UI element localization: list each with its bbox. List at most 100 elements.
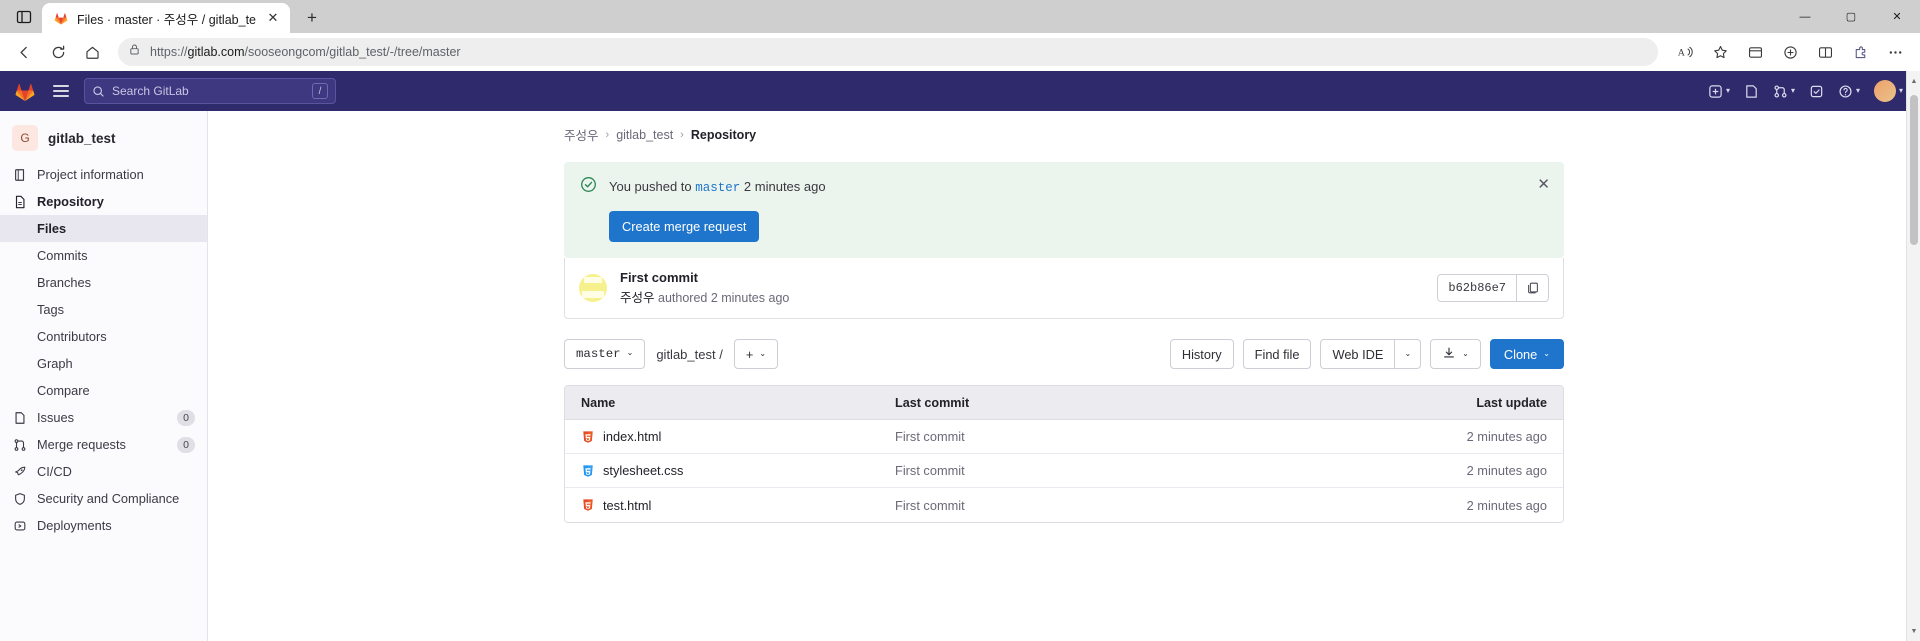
gitlab-favicon: [53, 10, 69, 26]
sidebar-item-deployments[interactable]: Deployments: [0, 512, 207, 539]
settings-more-icon[interactable]: [1878, 37, 1912, 67]
reload-icon[interactable]: [42, 37, 74, 67]
home-icon[interactable]: [76, 37, 108, 67]
tab-actions-icon[interactable]: [6, 0, 42, 33]
maximize-button[interactable]: ▢: [1828, 0, 1874, 33]
page-scrollbar[interactable]: ▲ ▼: [1906, 71, 1920, 641]
sidebar-item-label: Merge requests: [37, 437, 126, 452]
new-tab-button[interactable]: +: [297, 3, 327, 33]
sidebar-item-project-information[interactable]: Project information: [0, 161, 207, 188]
css3-icon: [581, 464, 595, 478]
file-link[interactable]: index.html: [603, 429, 661, 444]
document-icon: [12, 195, 27, 209]
breadcrumb-section[interactable]: Repository: [691, 128, 756, 142]
address-bar[interactable]: https://gitlab.com/sooseongcom/gitlab_te…: [118, 38, 1658, 66]
gitlab-body: G gitlab_test Project information Reposi…: [0, 111, 1920, 641]
sidebar-item-commits[interactable]: Commits: [0, 242, 207, 269]
sidebar-item-issues[interactable]: Issues 0: [0, 404, 207, 431]
commit-author[interactable]: 주성우: [620, 291, 655, 305]
lock-icon: [128, 43, 141, 61]
sidebar-item-tags[interactable]: Tags: [0, 296, 207, 323]
read-aloud-icon[interactable]: A: [1668, 37, 1702, 67]
sidebar-item-label: Repository: [37, 194, 104, 209]
minimize-button[interactable]: —: [1782, 0, 1828, 33]
copy-icon[interactable]: [1516, 275, 1548, 301]
main-content: 주성우 › gitlab_test › Repository You pushe…: [208, 111, 1920, 641]
commit-sha[interactable]: b62b86e7: [1438, 275, 1516, 301]
browser-tab[interactable]: Files · master · 주성우 / gitlab_te ✕: [42, 3, 290, 33]
sidebar-item-merge-requests[interactable]: Merge requests 0: [0, 431, 207, 458]
table-row[interactable]: stylesheet.css First commit 2 minutes ag…: [565, 454, 1563, 488]
scroll-up-icon[interactable]: ▲: [1907, 73, 1920, 89]
sidebar-item-repository[interactable]: Repository: [0, 188, 207, 215]
plus-icon: +: [745, 346, 754, 362]
branch-selector-button[interactable]: master ⌄: [564, 339, 646, 369]
help-icon[interactable]: ▾: [1833, 77, 1865, 105]
create-merge-request-button[interactable]: Create merge request: [609, 211, 760, 242]
sidebar-item-graph[interactable]: Graph: [0, 350, 207, 377]
clone-button[interactable]: Clone ⌄: [1489, 339, 1564, 369]
breadcrumb-project[interactable]: gitlab_test: [616, 128, 673, 142]
hamburger-icon[interactable]: [48, 78, 74, 104]
favorite-icon[interactable]: [1703, 37, 1737, 67]
sidebar-item-contributors[interactable]: Contributors: [0, 323, 207, 350]
scrollbar-thumb[interactable]: [1910, 95, 1918, 245]
last-commit-cell[interactable]: First commit: [895, 463, 1373, 478]
sidebar-item-cicd[interactable]: CI/CD: [0, 458, 207, 485]
file-link[interactable]: stylesheet.css: [603, 463, 683, 478]
last-commit-cell[interactable]: First commit: [895, 429, 1373, 444]
user-menu[interactable]: ▾: [1869, 77, 1908, 105]
sidebar-project-header[interactable]: G gitlab_test: [0, 119, 207, 161]
sidebar-item-label: Issues: [37, 410, 74, 425]
todos-icon[interactable]: [1804, 77, 1829, 105]
extensions-icon[interactable]: [1843, 37, 1877, 67]
breadcrumb-owner[interactable]: 주성우: [564, 125, 599, 144]
shield-icon: [12, 492, 27, 506]
sidebar-item-files[interactable]: Files: [0, 215, 207, 242]
breadcrumb: 주성우 › gitlab_test › Repository: [564, 125, 1564, 162]
close-alert-icon[interactable]: ✕: [1537, 175, 1550, 193]
last-commit-cell[interactable]: First commit: [895, 498, 1373, 513]
column-header-last-commit: Last commit: [895, 395, 970, 410]
create-new-icon[interactable]: ▾: [1703, 77, 1735, 105]
merge-requests-icon[interactable]: ▾: [1768, 77, 1800, 105]
svg-text:A: A: [1678, 48, 1686, 59]
commit-title[interactable]: First commit: [620, 270, 789, 285]
sidebar-item-compare[interactable]: Compare: [0, 377, 207, 404]
tab-title: Files · master · 주성우 / gitlab_te: [77, 12, 256, 27]
download-button[interactable]: ⌄: [1430, 339, 1481, 369]
history-button[interactable]: History: [1169, 339, 1234, 369]
web-ide-dropdown-button[interactable]: ⌄: [1394, 339, 1422, 369]
scroll-down-icon[interactable]: ▼: [1907, 623, 1920, 639]
chevron-down-icon: ⌄: [1462, 349, 1469, 358]
browser-essentials-icon[interactable]: [1773, 37, 1807, 67]
gitlab-logo[interactable]: [12, 78, 38, 104]
add-to-repo-button[interactable]: + ⌄: [733, 339, 779, 369]
close-window-button[interactable]: ✕: [1874, 0, 1920, 33]
collections-icon[interactable]: [1738, 37, 1772, 67]
breadcrumb-path[interactable]: gitlab_test /: [656, 347, 723, 362]
issues-icon[interactable]: [1739, 77, 1764, 105]
sidebar-item-security-and-compliance[interactable]: Security and Compliance: [0, 485, 207, 512]
table-row[interactable]: test.html First commit 2 minutes ago: [565, 488, 1563, 522]
browser-toolbar: https://gitlab.com/sooseongcom/gitlab_te…: [0, 33, 1920, 71]
sidebar-item-branches[interactable]: Branches: [0, 269, 207, 296]
breadcrumb-separator-icon: ›: [680, 128, 684, 141]
back-icon[interactable]: [8, 37, 40, 67]
push-alert-text: You pushed to master 2 minutes ago: [609, 179, 826, 195]
issues-count-badge: 0: [177, 409, 195, 426]
sidebar: G gitlab_test Project information Reposi…: [0, 111, 208, 641]
search-icon: [93, 85, 104, 97]
html5-icon: [581, 498, 595, 512]
commit-sha-group: b62b86e7: [1437, 274, 1549, 302]
search-input[interactable]: Search GitLab /: [84, 78, 336, 104]
split-screen-icon[interactable]: [1808, 37, 1842, 67]
close-tab-icon[interactable]: ✕: [264, 9, 282, 27]
last-commit-card: First commit 주성우 authored 2 minutes ago …: [564, 258, 1564, 319]
file-link[interactable]: test.html: [603, 498, 651, 513]
topbar-actions: ▾ ▾ ▾ ▾: [1703, 77, 1908, 105]
web-ide-button[interactable]: Web IDE: [1320, 339, 1395, 369]
find-file-button[interactable]: Find file: [1242, 339, 1312, 369]
check-circle-icon: [580, 176, 597, 198]
table-row[interactable]: index.html First commit 2 minutes ago: [565, 420, 1563, 454]
